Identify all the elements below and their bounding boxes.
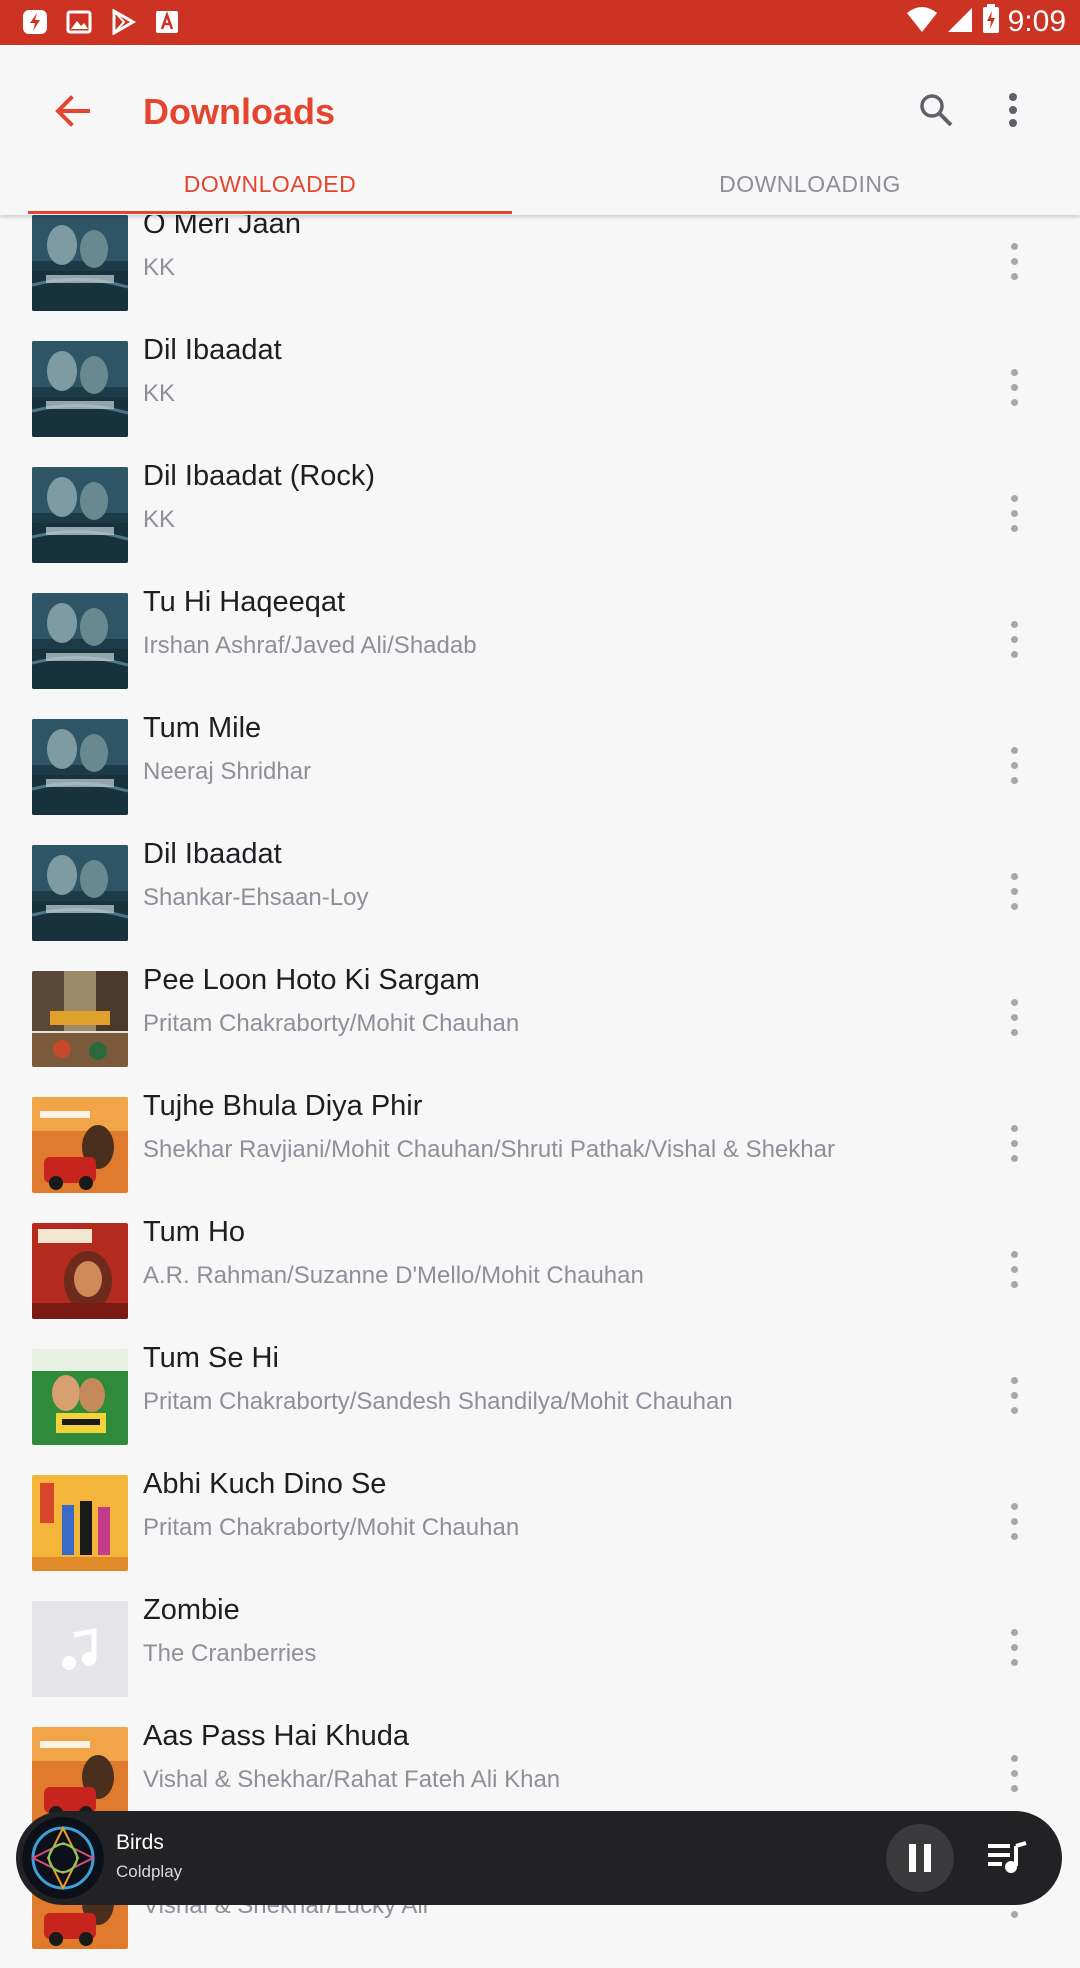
song-row[interactable]: Tu Hi Haqeeqat Irshan Ashraf/Javed Ali/Sh… — [0, 582, 1080, 708]
song-row[interactable]: Zombie The Cranberries — [0, 1590, 1080, 1716]
more-vert-icon — [1009, 93, 1017, 127]
signal-icon — [946, 5, 974, 38]
sync-icon — [20, 7, 50, 37]
song-artist: KK — [143, 254, 176, 281]
album-art — [32, 719, 128, 815]
status-bar: 9:09 — [0, 0, 1080, 45]
album-art — [32, 1223, 128, 1319]
pause-icon — [909, 1844, 916, 1872]
mini-player[interactable]: Birds Coldplay — [16, 1811, 1062, 1905]
now-playing-album-art — [22, 1817, 104, 1899]
song-row[interactable]: O Meri Jaan KK — [0, 204, 1080, 330]
album-art — [32, 845, 128, 941]
overflow-menu-button[interactable] — [983, 80, 1043, 140]
app-bar: Downloads DOWNLOADED DOWNLOADING — [0, 45, 1080, 215]
tab-downloaded[interactable]: DOWNLOADED — [0, 167, 540, 215]
song-artist: Vishal & Shekhar/Rahat Fateh Ali Khan — [143, 1766, 561, 1793]
song-more-vert-icon[interactable] — [998, 1617, 1030, 1677]
song-row[interactable]: Pee Loon Hoto Ki Sargam Pritam Chakrabort… — [0, 960, 1080, 1086]
queue-button[interactable] — [982, 1833, 1032, 1883]
song-artist: Pritam Chakraborty/Mohit Chauhan — [143, 1010, 520, 1037]
song-title: Tum Se Hi — [143, 1342, 279, 1374]
song-row[interactable]: Tum Se Hi Pritam Chakraborty/Sandesh Shan… — [0, 1338, 1080, 1464]
song-title: Dil Ibaadat — [143, 334, 282, 366]
song-more-vert-icon[interactable] — [998, 1239, 1030, 1299]
song-more-vert-icon[interactable] — [998, 735, 1030, 795]
song-artist: Neeraj Shridhar — [143, 758, 312, 785]
song-title: Tum Mile — [143, 712, 262, 744]
play-store-icon — [108, 7, 138, 37]
song-more-vert-icon[interactable] — [998, 1491, 1030, 1551]
song-more-vert-icon[interactable] — [998, 231, 1030, 291]
song-more-vert-icon[interactable] — [998, 609, 1030, 669]
image-icon — [64, 7, 94, 37]
pause-button[interactable] — [886, 1824, 954, 1892]
wifi-icon — [906, 5, 938, 38]
song-row[interactable]: Tum Mile Neeraj Shridhar — [0, 708, 1080, 834]
song-title: Zombie — [143, 1594, 240, 1626]
song-row[interactable]: Tujhe Bhula Diya Phir Shekhar Ravjiani/Mo… — [0, 1086, 1080, 1212]
song-artist: Pritam Chakraborty/Sandesh Shandilya/Moh… — [143, 1388, 733, 1415]
song-more-vert-icon[interactable] — [998, 987, 1030, 1047]
battery-charging-icon — [982, 4, 1000, 39]
song-artist: Shankar-Ehsaan-Loy — [143, 884, 369, 911]
song-artist: The Cranberries — [143, 1640, 317, 1667]
song-title: Aas Pass Hai Khuda — [143, 1720, 409, 1752]
album-art — [32, 1475, 128, 1571]
arrow-back-icon — [55, 95, 90, 127]
song-row[interactable]: Dil Ibaadat (Rock) KK — [0, 456, 1080, 582]
font-icon — [152, 7, 182, 37]
tab-indicator — [28, 211, 512, 214]
song-row[interactable]: Dil Ibaadat Shankar-Ehsaan-Loy — [0, 834, 1080, 960]
search-icon — [920, 94, 953, 127]
song-more-vert-icon[interactable] — [998, 357, 1030, 417]
back-button[interactable] — [44, 83, 100, 139]
song-title: Dil Ibaadat (Rock) — [143, 460, 376, 492]
page-title: Downloads — [143, 91, 336, 132]
song-more-vert-icon[interactable] — [998, 1743, 1030, 1803]
album-art — [32, 1601, 128, 1697]
song-more-vert-icon[interactable] — [998, 1365, 1030, 1425]
song-artist: Pritam Chakraborty/Mohit Chauhan — [143, 1514, 520, 1541]
song-more-vert-icon[interactable] — [998, 1113, 1030, 1173]
song-artist: Irshan Ashraf/Javed Ali/Shadab — [143, 632, 477, 659]
song-title: Abhi Kuch Dino Se — [143, 1468, 387, 1500]
album-art — [32, 467, 128, 563]
song-row[interactable]: Dil Ibaadat KK — [0, 330, 1080, 456]
song-row[interactable]: Abhi Kuch Dino Se Pritam Chakraborty/Mohi… — [0, 1464, 1080, 1590]
song-title: Pee Loon Hoto Ki Sargam — [143, 964, 480, 996]
now-playing-artist: Coldplay — [116, 1862, 183, 1881]
album-art — [32, 1097, 128, 1193]
search-button[interactable] — [906, 80, 966, 140]
album-art — [32, 1349, 128, 1445]
song-artist: A.R. Rahman/Suzanne D'Mello/Mohit Chauha… — [143, 1262, 644, 1289]
song-title: Tujhe Bhula Diya Phir — [143, 1090, 423, 1122]
now-playing-title: Birds — [116, 1831, 164, 1854]
album-art — [32, 1727, 128, 1823]
album-art — [32, 971, 128, 1067]
tab-downloading[interactable]: DOWNLOADING — [540, 167, 1080, 215]
status-time: 9:09 — [1007, 4, 1066, 38]
album-art — [32, 593, 128, 689]
song-artist: Shekhar Ravjiani/Mohit Chauhan/Shruti Pa… — [143, 1136, 835, 1163]
tab-bar: DOWNLOADED DOWNLOADING — [0, 167, 1080, 215]
song-title: Tu Hi Haqeeqat — [143, 586, 346, 618]
song-title: Tum Ho — [143, 1216, 246, 1248]
album-art — [32, 341, 128, 437]
song-row[interactable]: Tum Ho A.R. Rahman/Suzanne D'Mello/Mohit … — [0, 1212, 1080, 1338]
song-title: Dil Ibaadat — [143, 838, 282, 870]
album-art — [32, 215, 128, 311]
song-artist: KK — [143, 380, 176, 407]
song-more-vert-icon[interactable] — [998, 483, 1030, 543]
song-more-vert-icon[interactable] — [998, 861, 1030, 921]
playlist-icon — [988, 1841, 1027, 1873]
song-artist: KK — [143, 506, 176, 533]
